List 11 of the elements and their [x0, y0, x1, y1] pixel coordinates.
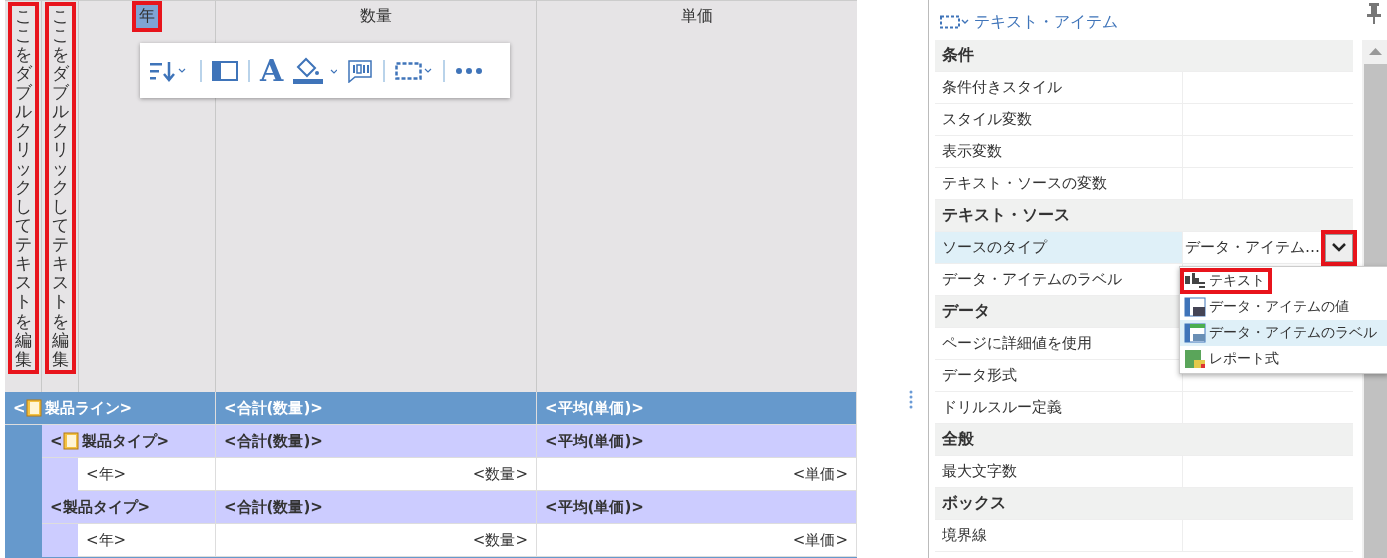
- table-cell: <製品タイプ>: [42, 491, 216, 523]
- property-value: データ・アイテム…: [1185, 238, 1320, 257]
- table-cell: <合計(数量)>: [216, 425, 537, 457]
- table-cell: <平均(単価)>: [537, 425, 857, 457]
- table-cell: <平均(単価)>: [537, 392, 857, 424]
- table-cell: <製品ライン>: [5, 392, 216, 424]
- table-cell: <合計(数量)>: [216, 491, 537, 523]
- panel-title: テキスト・アイテム: [974, 11, 1118, 33]
- table-cell: <製品タイプ>: [42, 425, 216, 457]
- table-cell: <合計(数量)>: [216, 392, 537, 424]
- table-cell: <平均(単価)>: [537, 491, 857, 523]
